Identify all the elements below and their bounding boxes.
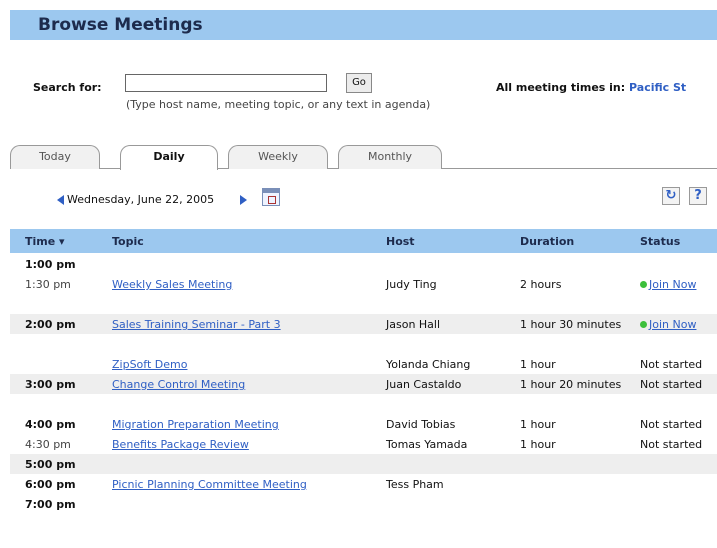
table-row [10, 394, 717, 414]
meeting-topic-link[interactable]: Weekly Sales Meeting [112, 278, 232, 291]
row-time: 1:30 pm [25, 278, 71, 291]
table-row: 3:00 pm Change Control Meeting Juan Castal… [10, 374, 717, 394]
row-time: 1:00 pm [25, 258, 76, 271]
row-host: Tess Pham [386, 478, 444, 491]
tab-daily[interactable]: Daily [120, 145, 218, 170]
row-time: 4:30 pm [25, 438, 71, 451]
title-bar: Browse Meetings [10, 10, 717, 40]
row-host: Tomas Yamada [386, 438, 468, 451]
row-host: Jason Hall [386, 318, 441, 331]
tab-monthly[interactable]: Monthly [338, 145, 442, 169]
row-host: David Tobias [386, 418, 456, 431]
timezone-label: All meeting times in: [496, 81, 626, 94]
col-topic: Topic [112, 235, 144, 248]
col-host: Host [386, 235, 415, 248]
row-duration: 1 hour [520, 418, 556, 431]
tab-weekly[interactable]: Weekly [228, 145, 328, 169]
timezone-link[interactable]: Pacific St [629, 81, 686, 94]
tab-today[interactable]: Today [10, 145, 100, 169]
search-input[interactable] [125, 74, 327, 92]
current-date: Wednesday, June 22, 2005 [67, 193, 215, 206]
timezone-info: All meeting times in: Pacific St [496, 81, 686, 94]
row-status: Not started [640, 358, 703, 371]
prev-day-icon[interactable] [57, 195, 64, 205]
meeting-topic-link[interactable]: Migration Preparation Meeting [112, 418, 279, 431]
meeting-topic-link[interactable]: Sales Training Seminar - Part 3 [112, 318, 281, 331]
col-time[interactable]: Time ▾ [25, 235, 65, 248]
meeting-topic-link[interactable]: Benefits Package Review [112, 438, 249, 451]
row-host: Yolanda Chiang [386, 358, 471, 371]
table-row: 1:00 pm [10, 254, 717, 274]
row-host: Juan Castaldo [386, 378, 462, 391]
row-time: 3:00 pm [25, 378, 76, 391]
table-row: 5:00 pm [10, 454, 717, 474]
row-time: 6:00 pm [25, 478, 76, 491]
search-label: Search for: [33, 81, 102, 94]
col-duration: Duration [520, 235, 575, 248]
table-row [10, 294, 717, 314]
table-row [10, 334, 717, 354]
table-row: 1:30 pm Weekly Sales Meeting Judy Ting 2 ho… [10, 274, 717, 294]
row-duration: 1 hour 30 minutes [520, 318, 622, 331]
table-row: 6:00 pm Picnic Planning Committee Meeting… [10, 474, 717, 494]
help-icon[interactable]: ? [689, 187, 707, 205]
meeting-topic-link[interactable]: Change Control Meeting [112, 378, 245, 391]
table-row: 4:00 pm Migration Preparation Meeting Davi… [10, 414, 717, 434]
meeting-topic-link[interactable]: ZipSoft Demo [112, 358, 187, 371]
refresh-icon[interactable]: ↻ [662, 187, 680, 205]
table-row: 4:30 pm Benefits Package Review Tomas Yama… [10, 434, 717, 454]
table-row: 2:00 pm Sales Training Seminar - Part 3 Ja… [10, 314, 717, 334]
next-day-icon[interactable] [240, 195, 247, 205]
go-button[interactable]: Go [346, 73, 372, 93]
row-status: Not started [640, 438, 703, 451]
row-duration: 2 hours [520, 278, 562, 291]
row-time: 5:00 pm [25, 458, 76, 471]
table-header: Time ▾ Topic Host Duration Status [10, 229, 717, 253]
row-host: Judy Ting [386, 278, 437, 291]
meeting-topic-link[interactable]: Picnic Planning Committee Meeting [112, 478, 307, 491]
row-status: Not started [640, 418, 703, 431]
table-row: ZipSoft Demo Yolanda Chiang 1 hour Not star… [10, 354, 717, 374]
row-time: 7:00 pm [25, 498, 76, 511]
row-duration: 1 hour [520, 358, 556, 371]
row-duration: 1 hour [520, 438, 556, 451]
row-time: 2:00 pm [25, 318, 76, 331]
join-now-link[interactable]: Join Now [640, 318, 696, 331]
join-now-link[interactable]: Join Now [640, 278, 696, 291]
row-time: 4:00 pm [25, 418, 76, 431]
search-hint: (Type host name, meeting topic, or any t… [126, 98, 431, 111]
table-row: 7:00 pm [10, 494, 717, 514]
col-status: Status [640, 235, 681, 248]
calendar-icon[interactable] [262, 188, 280, 206]
row-duration: 1 hour 20 minutes [520, 378, 622, 391]
row-status: Not started [640, 378, 703, 391]
page-title: Browse Meetings [38, 15, 203, 35]
